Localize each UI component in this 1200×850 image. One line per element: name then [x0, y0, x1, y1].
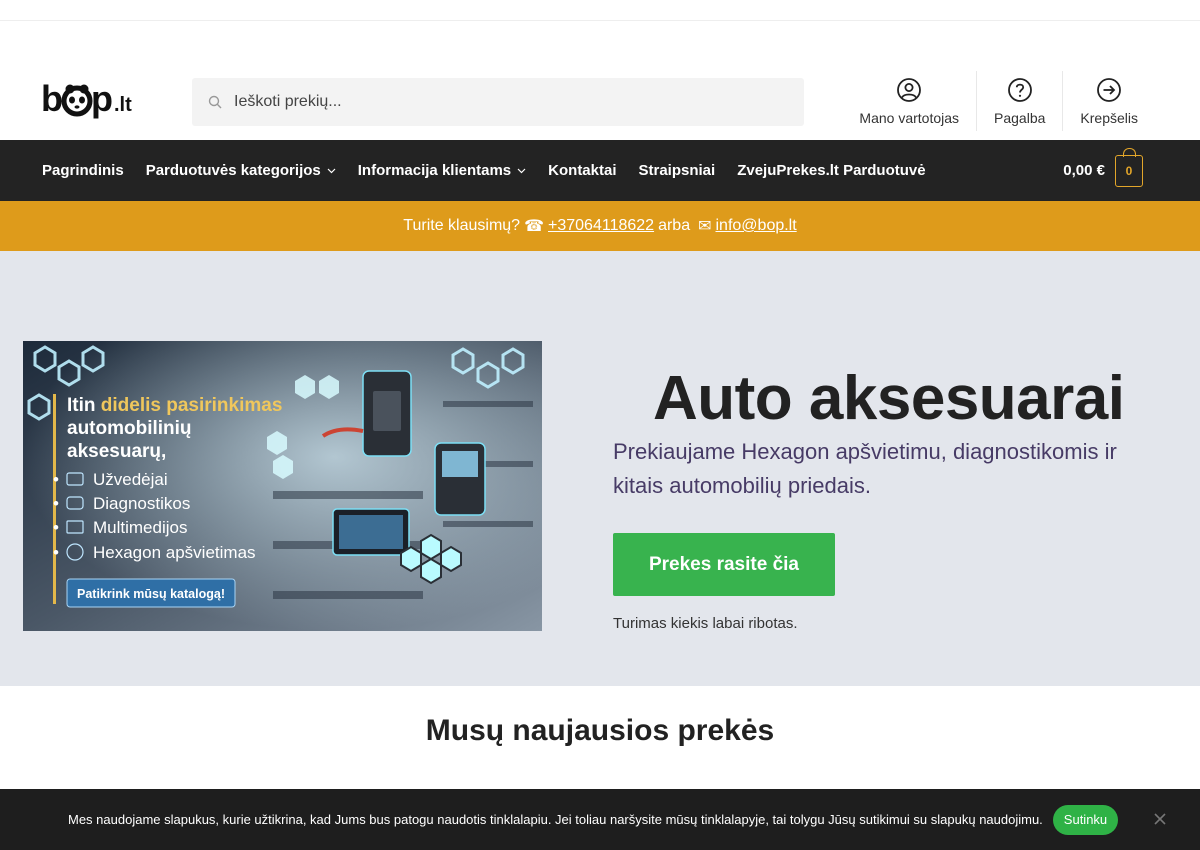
search-input[interactable] — [234, 93, 774, 111]
cart-bag-icon: 0 — [1115, 148, 1143, 187]
phone-link[interactable]: +37064118622 — [548, 217, 654, 235]
search-icon — [208, 95, 222, 109]
svg-text:p: p — [91, 78, 113, 119]
notice-text: Turite klausimų? — [403, 217, 521, 234]
cart-count: 0 — [1125, 164, 1133, 178]
banner-catalog-label: Patikrink mūsų katalogą! — [77, 587, 225, 601]
chevron-down-icon — [517, 168, 526, 174]
banner-bullet: • — [53, 494, 59, 513]
cookie-banner: Mes naudojame slapukus, kurie užtikrina,… — [0, 789, 1200, 850]
hero-banner-image[interactable]: Itin didelis pasirinkimas automobilinių … — [23, 341, 542, 631]
banner-headline-highlight: didelis pasirinkimas — [101, 395, 283, 416]
hero-section: Itin didelis pasirinkimas automobilinių … — [0, 251, 1200, 686]
notice-or: arba — [658, 217, 691, 234]
hero-subtitle: Prekiaujame Hexagon apšvietimu, diagnost… — [613, 439, 1117, 498]
banner-headline-line3: aksesuarų, — [67, 441, 166, 462]
hero-title: Auto aksesuarai — [653, 364, 1125, 433]
banner-bullet: • — [53, 543, 59, 562]
nav-label: Pagrindinis — [42, 162, 124, 179]
site-logo[interactable]: b p .lt — [41, 77, 146, 123]
banner-list-item: Hexagon apšvietimas — [93, 543, 256, 562]
account-label: Mano vartotojas — [859, 110, 960, 126]
contact-notice-bar: Turite klausimų? ☎ +37064118622 arba ✉ i… — [0, 201, 1200, 251]
nav-label: Kontaktai — [548, 162, 617, 179]
latest-products-title: Musų naujausios prekės — [425, 714, 775, 747]
nav-label: Informacija klientams — [357, 162, 512, 179]
nav-item-customer-info[interactable]: Informacija klientams — [358, 162, 526, 179]
nav-label: Parduotuvės kategorijos — [145, 162, 321, 179]
cookie-text: Mes naudojame slapukus, kurie užtikrina,… — [68, 812, 1043, 827]
banner-list-item: Užvedėjai — [93, 470, 168, 489]
user-icon — [897, 78, 922, 102]
email-link[interactable]: info@bop.lt — [716, 217, 797, 235]
main-navigation: Pagrindinis Parduotuvės kategorijos Info… — [0, 140, 1200, 201]
cart-link[interactable]: Krepšelis — [1062, 71, 1155, 131]
account-link[interactable]: Mano vartotojas — [842, 71, 976, 131]
cookie-accept-button[interactable]: Sutinku — [1052, 804, 1119, 835]
mail-icon: ✉ — [698, 218, 712, 235]
svg-text:b: b — [41, 78, 63, 119]
banner-list-item: Diagnostikos — [93, 494, 190, 513]
mini-cart[interactable]: 0,00 € 0 — [1063, 148, 1143, 187]
banner-headline-prefix: Itin — [67, 395, 96, 416]
help-label: Pagalba — [994, 110, 1046, 126]
multimedia-screen-device — [332, 508, 410, 556]
nav-item-zvejuprekes[interactable]: ZvejuPrekes.lt Parduotuvė — [737, 162, 925, 179]
help-icon — [1007, 78, 1032, 102]
nav-item-home[interactable]: Pagrindinis — [42, 162, 124, 179]
arrow-right-icon — [1097, 78, 1122, 102]
svg-text:Itin didelis pasirinkima: Itin didelis pasirinkimas — [67, 395, 282, 416]
nav-item-categories[interactable]: Parduotuvės kategorijos — [146, 162, 336, 179]
nav-item-articles[interactable]: Straipsniai — [639, 162, 716, 179]
phone-icon: ☎ — [524, 218, 545, 235]
header-actions: Mano vartotojas Pagalba Krepšelis — [842, 71, 1155, 131]
svg-text:.lt: .lt — [114, 94, 132, 116]
close-icon[interactable] — [1153, 812, 1167, 826]
banner-list-item: Multimedijos — [93, 518, 187, 537]
banner-headline-line2: automobilinių — [67, 418, 192, 439]
top-strip — [0, 0, 1200, 21]
chevron-down-icon — [327, 168, 336, 174]
nav-label: ZvejuPrekes.lt Parduotuvė — [737, 162, 926, 179]
cart-label: Krepšelis — [1080, 110, 1138, 126]
cart-total: 0,00 € — [1063, 161, 1105, 179]
stock-note: Turimas kiekis labai ribotas. — [613, 615, 798, 632]
search-bar[interactable] — [192, 78, 804, 126]
diagnostic-scanner-device — [434, 442, 486, 516]
help-link[interactable]: Pagalba — [976, 71, 1062, 131]
site-header: b p .lt Mano vartotojas — [0, 21, 1200, 140]
nav-label: Straipsniai — [638, 162, 716, 179]
banner-bullet: • — [53, 518, 59, 537]
nav-item-contacts[interactable]: Kontaktai — [548, 162, 616, 179]
shop-now-button[interactable]: Prekes rasite čia — [613, 533, 835, 596]
banner-bullet: • — [53, 470, 59, 489]
